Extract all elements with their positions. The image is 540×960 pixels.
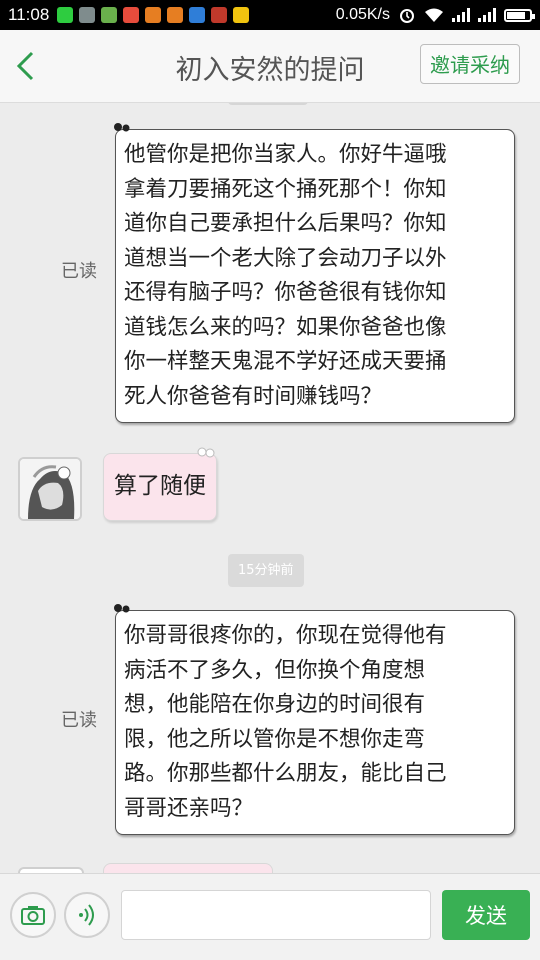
message-bubble-incoming-partial [103,863,273,873]
camera-button[interactable] [10,892,56,938]
message-line: 想，他能陪在你身边的时间很有 [124,692,426,717]
read-status: 已读 [61,710,97,731]
message-input[interactable] [121,890,431,940]
message-line: 他管你是把你当家人。你好牛逼哦 [124,142,447,167]
status-bar: 11:08 0.05K/s [0,0,540,30]
message-line: 道想当一个老大除了会动刀子以外 [124,245,447,271]
app-icon [167,7,184,23]
wechat-icon [57,7,74,23]
avatar-image [20,459,80,519]
message-line: 道你自己要承担什么后果吗？你知 [124,211,447,236]
message-line: 还得有脑子吗？你爸爸很有钱你知 [124,280,447,305]
bubble-decoration [114,123,130,132]
wifi-icon [425,8,443,22]
battery-icon [504,8,535,22]
signal-icon [452,8,470,22]
app-icon [211,7,228,23]
bubble-decoration [114,604,130,613]
message-line: 限，他之所以管你是不想你走弯 [124,726,426,752]
voice-icon [79,904,94,926]
notification-icons [57,7,250,23]
alarm-icon [400,9,414,23]
signal-icon-2 [478,8,496,22]
message-bubble-incoming[interactable]: 算了随便 [103,447,217,521]
avatar[interactable] [18,457,82,521]
message-line: 哥哥还亲吗？ [124,795,254,821]
upload-icon [189,7,206,23]
message-line: 你一样整天鬼混不学好还成天要捅 [124,349,447,374]
status-right: 0.05K/s [335,6,535,24]
message-line: 拿着刀要捅死这个捅死那个！你知 [124,176,447,202]
header: 初入安然的提问 邀请采纳 [0,30,540,103]
voice-button[interactable] [64,892,110,938]
message-text: 算了随便 [114,473,206,499]
folder-icon [233,7,250,23]
message-line: 病活不了多久，但你换个角度想 [124,657,426,683]
question-icon [101,7,118,23]
message-line: 路。你那些都什么朋友，能比自己 [124,761,447,786]
app-icon [145,7,162,23]
message-line: 道钱怎么来的吗？如果你爸爸也像 [124,314,447,340]
message-bubble-outgoing[interactable]: 他管你是把你当家人。你好牛逼哦 拿着刀要捅死这个捅死那个！你知 道你自己要承担什… [114,123,515,423]
app-icon [123,7,140,23]
read-status: 已读 [61,261,97,282]
send-button[interactable]: 发送 [442,890,530,940]
camera-icon [21,906,45,925]
invite-accept-button[interactable]: 邀请采纳 [420,44,520,84]
time-divider: 15分钟前 [228,554,304,587]
network-speed: 0.05K/s [335,6,390,23]
time-divider-top [228,103,308,105]
bubble-decoration [197,447,215,458]
input-bar: 发送 [0,873,540,960]
chat-area[interactable]: 已读 他管你是把你当家人。你好牛逼哦 拿着刀要捅死这个捅死那个！你知 道你自己要… [0,103,540,873]
message-line: 死人你爸爸有时间赚钱吗？ [124,383,383,409]
message-line: 你哥哥很疼你的，你现在觉得他有 [124,623,447,648]
app-icon [79,7,96,23]
message-bubble-outgoing[interactable]: 你哥哥很疼你的，你现在觉得他有 病活不了多久，但你换个角度想 想，他能陪在你身边… [114,604,515,835]
status-time: 11:08 [8,5,50,24]
